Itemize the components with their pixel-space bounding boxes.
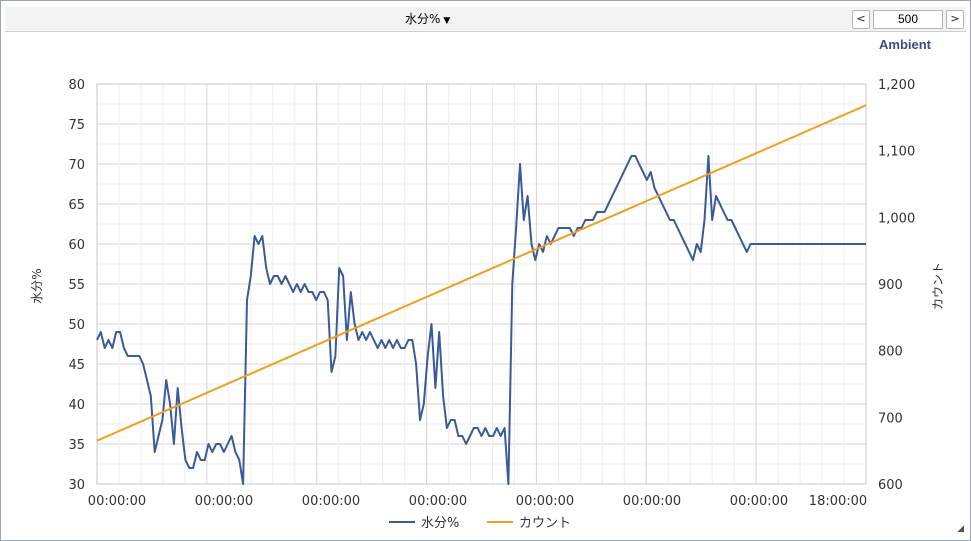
metric-dropdown-label: 水分% (405, 12, 441, 26)
x-tick-label: 00:00:00 (88, 494, 146, 509)
y2-tick-label: 800 (878, 345, 903, 360)
y-tick-label: 70 (68, 158, 85, 173)
chart-toolbar: 水分%▼ < > (5, 7, 966, 32)
chart-series (96, 104, 867, 485)
x-tick-label: 18:00:00 (809, 494, 867, 509)
y-tick-label: 50 (68, 318, 85, 333)
y2-tick-label: 600 (878, 478, 903, 493)
x-tick-label: 00:00:00 (730, 494, 788, 509)
x-tick-label: 00:00:00 (623, 494, 681, 509)
y-tick-label: 30 (68, 478, 85, 493)
count-input[interactable] (873, 10, 943, 29)
x-tick-label: 00:00:00 (516, 494, 574, 509)
y-tick-label: 75 (68, 118, 85, 133)
x-tick-label: 00:00:00 (302, 494, 360, 509)
right-axis-ticks: 600 700 800 900 1,000 1,100 1,200 (878, 78, 915, 493)
x-tick-label: 00:00:00 (409, 494, 467, 509)
chart-legend: 水分% カウント (389, 516, 571, 531)
legend-label-count: カウント (519, 516, 571, 531)
x-tick-label: 00:00:00 (195, 494, 253, 509)
line-chart: 30 35 40 45 50 55 60 65 70 75 80 600 700 800 900 1,000… (30, 37, 945, 531)
metric-dropdown[interactable]: 水分% ▼ (405, 10, 450, 28)
chevron-down-icon: ▼ (443, 16, 451, 26)
chart-panel: 水分%▼ < > 3035404550556065707580 60070080… (0, 0, 971, 541)
y-tick-label: 60 (68, 238, 85, 253)
legend-label-moisture: 水分% (421, 516, 459, 531)
y-axis-label: 水分% (30, 268, 44, 303)
series-line-moisture (96, 155, 866, 485)
y-tick-label: 45 (68, 358, 85, 373)
y2-tick-label: 700 (878, 411, 903, 426)
y2-axis-label: カウント (931, 262, 945, 310)
y2-tick-label: 1,100 (878, 145, 915, 160)
y2-tick-label: 900 (878, 278, 903, 293)
y2-tick-label: 1,000 (878, 211, 915, 226)
chart-grid (96, 83, 867, 485)
prev-button[interactable]: < (852, 10, 870, 29)
series-line-count (96, 104, 867, 442)
chart-title: Ambient (879, 37, 932, 52)
next-button[interactable]: > (946, 10, 964, 29)
y-tick-label: 55 (68, 278, 85, 293)
y-tick-label: 65 (68, 198, 85, 213)
x-axis-ticks: 00:00:00 00:00:00 00:00:00 00:00:00 00:00:00… (88, 494, 867, 509)
y-tick-label: 80 (68, 78, 85, 93)
resize-grip-icon[interactable]: ◢ (957, 524, 964, 534)
y-tick-label: 40 (68, 398, 85, 413)
y-tick-label: 35 (68, 438, 85, 453)
y2-tick-label: 1,200 (878, 78, 915, 93)
left-axis-ticks: 30 35 40 45 50 55 60 65 70 75 80 (68, 78, 85, 493)
